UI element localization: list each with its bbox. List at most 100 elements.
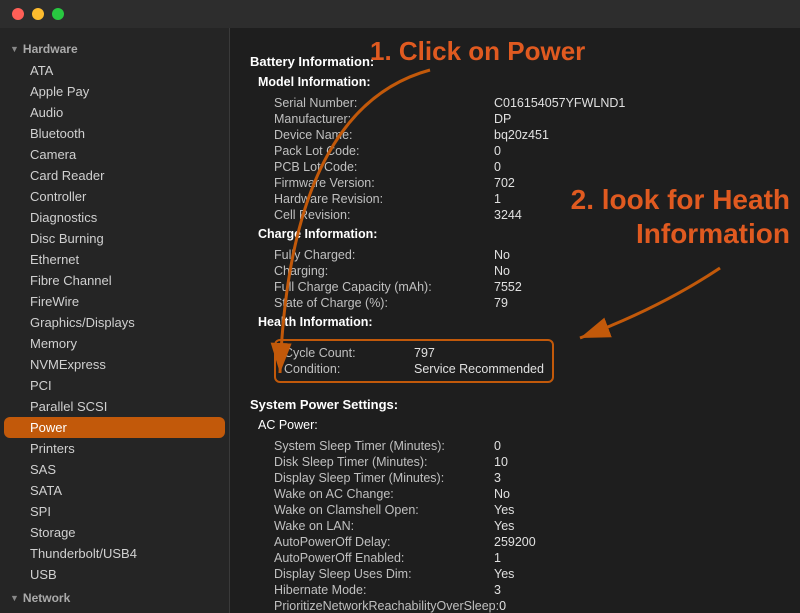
hardware-group-header: ▼ Hardware [0, 36, 229, 60]
state-of-charge-row: State of Charge (%): 79 [258, 295, 780, 311]
wake-lan-label: Wake on LAN: [274, 519, 494, 533]
sidebar-item-firewire[interactable]: FireWire [4, 291, 225, 312]
serial-number-value: C016154057YFWLND1 [494, 96, 625, 110]
system-sleep-label: System Sleep Timer (Minutes): [274, 439, 494, 453]
pack-lot-row: Pack Lot Code: 0 [258, 143, 780, 159]
wake-clamshell-row: Wake on Clamshell Open: Yes [258, 502, 780, 518]
sidebar-item-nvmexpress[interactable]: NVMExpress [4, 354, 225, 375]
hardware-rev-label: Hardware Revision: [274, 192, 494, 206]
sidebar-item-parallel-scsi[interactable]: Parallel SCSI [4, 396, 225, 417]
pcb-lot-value: 0 [494, 160, 501, 174]
sidebar-item-ata[interactable]: ATA [4, 60, 225, 81]
state-of-charge-label: State of Charge (%): [274, 296, 494, 310]
full-charge-label: Full Charge Capacity (mAh): [274, 280, 494, 294]
sidebar-item-sas[interactable]: SAS [4, 459, 225, 480]
wake-ac-value: No [494, 487, 510, 501]
sidebar-item-fibre-channel[interactable]: Fibre Channel [4, 270, 225, 291]
system-power-header: System Power Settings: [250, 397, 780, 412]
manufacturer-value: DP [494, 112, 511, 126]
sidebar-item-storage[interactable]: Storage [4, 522, 225, 543]
sidebar-item-audio[interactable]: Audio [4, 102, 225, 123]
manufacturer-label: Manufacturer: [274, 112, 494, 126]
full-charge-value: 7552 [494, 280, 522, 294]
health-info-header: Health Information: [258, 315, 780, 329]
condition-value: Service Recommended [414, 362, 544, 376]
display-sleep-label: Display Sleep Timer (Minutes): [274, 471, 494, 485]
cycle-count-value: 797 [414, 346, 435, 360]
autopoweroff-delay-label: AutoPowerOff Delay: [274, 535, 494, 549]
sidebar-item-bluetooth[interactable]: Bluetooth [4, 123, 225, 144]
serial-number-label: Serial Number: [274, 96, 494, 110]
full-charge-row: Full Charge Capacity (mAh): 7552 [258, 279, 780, 295]
pcb-lot-label: PCB Lot Code: [274, 160, 494, 174]
cell-rev-value: 3244 [494, 208, 522, 222]
sidebar-item-apple-pay[interactable]: Apple Pay [4, 81, 225, 102]
disk-sleep-row: Disk Sleep Timer (Minutes): 10 [258, 454, 780, 470]
disk-sleep-value: 10 [494, 455, 508, 469]
system-sleep-row: System Sleep Timer (Minutes): 0 [258, 438, 780, 454]
hibernate-row: Hibernate Mode: 3 [258, 582, 780, 598]
hardware-rev-row: Hardware Revision: 1 [258, 191, 780, 207]
health-info-box: Cycle Count: 797 Condition: Service Reco… [274, 339, 554, 383]
manufacturer-row: Manufacturer: DP [258, 111, 780, 127]
minimize-button[interactable] [32, 8, 44, 20]
sidebar-item-diagnostics[interactable]: Diagnostics [4, 207, 225, 228]
display-sleep-value: 3 [494, 471, 501, 485]
sidebar-item-disc-burning[interactable]: Disc Burning [4, 228, 225, 249]
sidebar-item-printers[interactable]: Printers [4, 438, 225, 459]
ac-power-header: AC Power: [258, 418, 780, 432]
sidebar-item-ethernet[interactable]: Ethernet [4, 249, 225, 270]
charging-label: Charging: [274, 264, 494, 278]
wake-lan-value: Yes [494, 519, 514, 533]
display-sleep-row: Display Sleep Timer (Minutes): 3 [258, 470, 780, 486]
cell-rev-label: Cell Revision: [274, 208, 494, 222]
sidebar-item-spi[interactable]: SPI [4, 501, 225, 522]
pcb-lot-row: PCB Lot Code: 0 [258, 159, 780, 175]
maximize-button[interactable] [52, 8, 64, 20]
close-button[interactable] [12, 8, 24, 20]
prioritize-value: 0 [499, 599, 506, 613]
system-sleep-value: 0 [494, 439, 501, 453]
state-of-charge-value: 79 [494, 296, 508, 310]
sidebar-item-firewall[interactable]: Firewall [4, 609, 225, 613]
cell-rev-row: Cell Revision: 3244 [258, 207, 780, 223]
sidebar-item-power[interactable]: Power [4, 417, 225, 438]
charging-value: No [494, 264, 510, 278]
main-layout: ▼ Hardware ATA Apple Pay Audio Bluetooth… [0, 28, 800, 613]
prioritize-row: PrioritizeNetworkReachabilityOverSleep: … [258, 598, 780, 613]
sidebar-item-camera[interactable]: Camera [4, 144, 225, 165]
display-sleep-dim-row: Display Sleep Uses Dim: Yes [258, 566, 780, 582]
firmware-label: Firmware Version: [274, 176, 494, 190]
sidebar-item-controller[interactable]: Controller [4, 186, 225, 207]
sidebar-item-pci[interactable]: PCI [4, 375, 225, 396]
serial-number-row: Serial Number: C016154057YFWLND1 [258, 95, 780, 111]
autopoweroff-enabled-value: 1 [494, 551, 501, 565]
hardware-rev-value: 1 [494, 192, 501, 206]
sidebar-item-graphics-displays[interactable]: Graphics/Displays [4, 312, 225, 333]
sidebar-item-memory[interactable]: Memory [4, 333, 225, 354]
display-sleep-dim-value: Yes [494, 567, 514, 581]
device-name-label: Device Name: [274, 128, 494, 142]
sidebar-item-card-reader[interactable]: Card Reader [4, 165, 225, 186]
wake-ac-label: Wake on AC Change: [274, 487, 494, 501]
autopoweroff-enabled-label: AutoPowerOff Enabled: [274, 551, 494, 565]
device-name-value: bq20z451 [494, 128, 549, 142]
sidebar-item-sata[interactable]: SATA [4, 480, 225, 501]
charge-info-header: Charge Information: [258, 227, 780, 241]
fully-charged-row: Fully Charged: No [258, 247, 780, 263]
cycle-count-label: Cycle Count: [284, 346, 414, 360]
wake-lan-row: Wake on LAN: Yes [258, 518, 780, 534]
battery-info-header: Battery Information: [250, 54, 780, 69]
model-info-header: Model Information: [258, 75, 780, 89]
condition-label: Condition: [284, 362, 414, 376]
network-group-header: ▼ Network [0, 585, 229, 609]
autopoweroff-enabled-row: AutoPowerOff Enabled: 1 [258, 550, 780, 566]
charging-row: Charging: No [258, 263, 780, 279]
firmware-value: 702 [494, 176, 515, 190]
sidebar-item-usb[interactable]: USB [4, 564, 225, 585]
display-sleep-dim-label: Display Sleep Uses Dim: [274, 567, 494, 581]
condition-row: Condition: Service Recommended [284, 361, 544, 377]
sidebar-item-thunderbolt[interactable]: Thunderbolt/USB4 [4, 543, 225, 564]
autopoweroff-delay-row: AutoPowerOff Delay: 259200 [258, 534, 780, 550]
disk-sleep-label: Disk Sleep Timer (Minutes): [274, 455, 494, 469]
